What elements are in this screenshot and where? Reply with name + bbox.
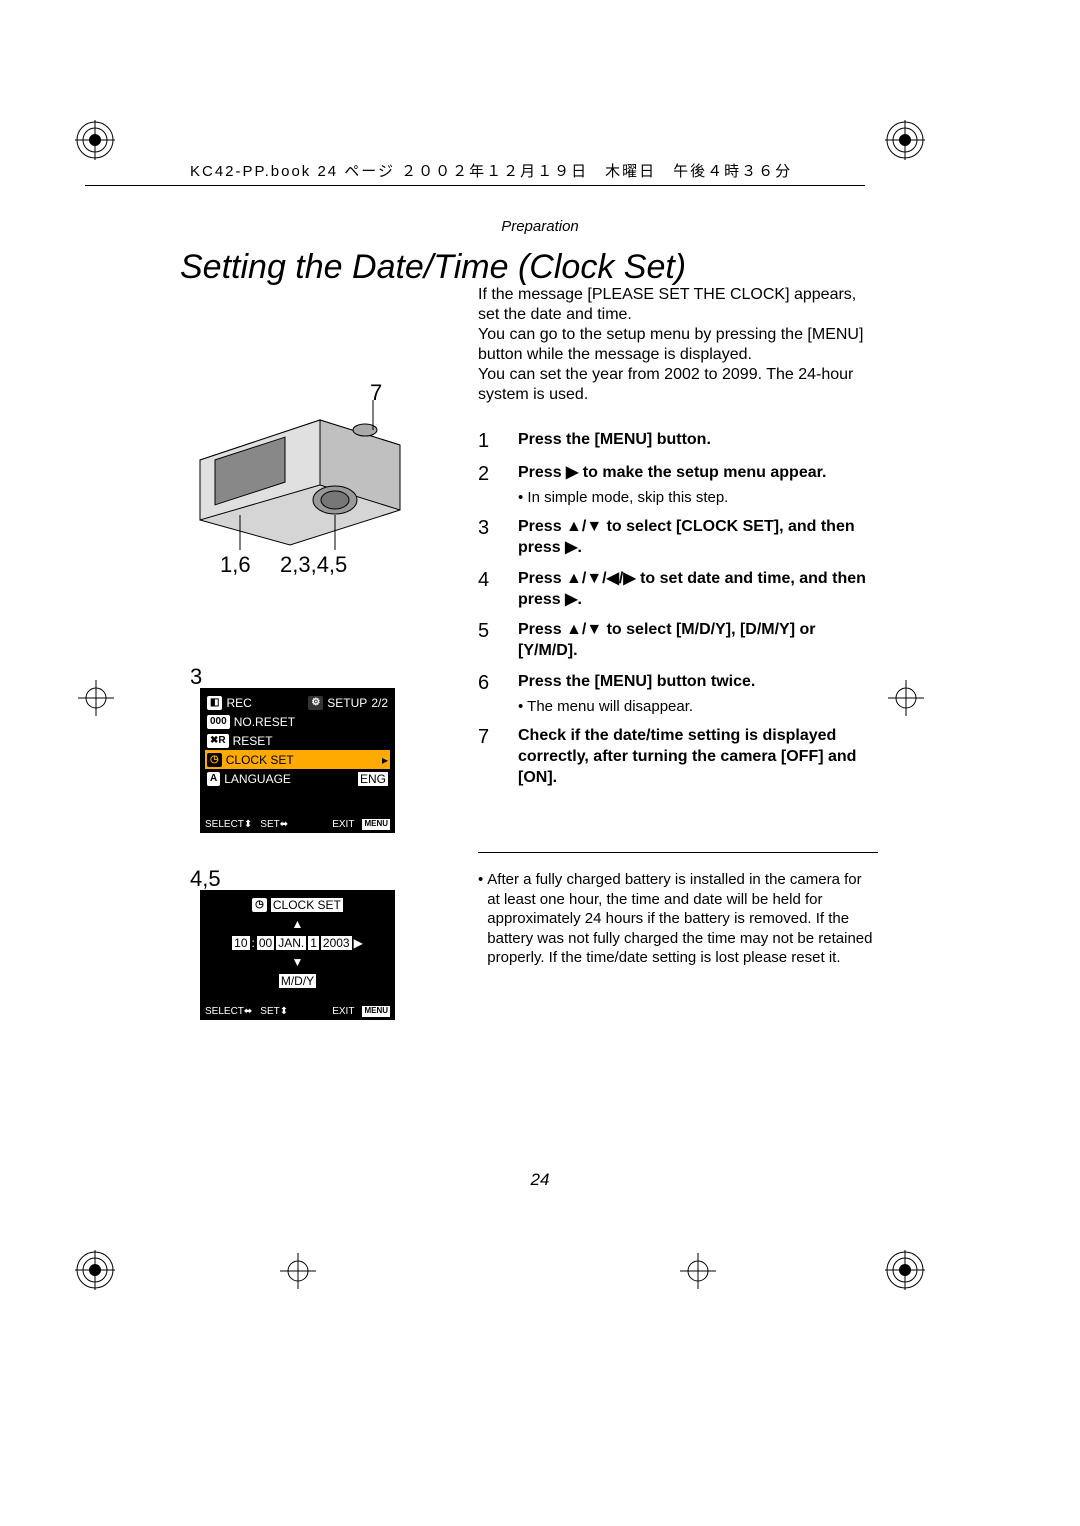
step-num: 1 [478, 430, 518, 453]
step-sub: The menu will disappear. [530, 697, 878, 717]
lcd-language-value: ENG [358, 772, 388, 786]
lcd-reset: RESET [233, 734, 273, 748]
step-sub: In simple mode, skip this step. [530, 488, 878, 508]
right-arrow-icon: ▸ [382, 753, 388, 767]
step-text: Press the [MENU] button twice. [518, 673, 755, 690]
section-label: Preparation [0, 218, 1080, 235]
cross-mark-bottom-2 [680, 1253, 716, 1289]
footer-select: SELECT [205, 1006, 244, 1017]
crop-mark-top-left [75, 120, 115, 160]
callout-4-5: 4,5 [190, 866, 221, 892]
lcd-clock-set-screen: ◷ CLOCK SET ▲ 10: 00 JAN. 1 2003 ▶ ▼ M/D… [200, 890, 395, 1020]
lcd-setup-menu: ◧ REC ⚙ SETUP 2/2 000 NO.RESET ✖R RESET … [200, 688, 395, 833]
step-text: Press the [MENU] button. [518, 431, 711, 448]
note-rule [478, 852, 878, 853]
reset-icon: ✖R [207, 734, 229, 748]
clock-icon: ◷ [252, 898, 267, 912]
step-5: 5 Press ▲/▼ to select [M/D/Y], [D/M/Y] o… [478, 620, 878, 662]
footer-set: SET [260, 1006, 279, 1017]
instruction-steps: 1 Press the [MENU] button. 2 Press ▶ to … [478, 430, 878, 799]
intro-text: If the message [PLEASE SET THE CLOCK] ap… [478, 286, 863, 403]
footer-exit: EXIT [332, 1006, 354, 1017]
step-4: 4 Press ▲/▼/◀/▶ to set date and time, an… [478, 569, 878, 611]
lcd2-title: CLOCK SET [271, 898, 343, 912]
step-num: 3 [478, 517, 518, 559]
print-header: KC42-PP.book 24 ページ ２００２年１２月１９日 木曜日 午後４時… [190, 160, 792, 181]
lcd2-month: JAN. [276, 936, 306, 950]
footer-select: SELECT [205, 819, 244, 830]
step-3: 3 Press ▲/▼ to select [CLOCK SET], and t… [478, 517, 878, 559]
lcd-setup: SETUP [327, 696, 367, 710]
step-7: 7 Check if the date/time setting is disp… [478, 726, 878, 788]
up-arrow-icon: ▲ [292, 917, 304, 931]
step-num: 6 [478, 672, 518, 716]
callout-1-6: 1,6 [220, 552, 251, 578]
step-text: Press ▲/▼ to select [CLOCK SET], and the… [518, 518, 855, 556]
cross-mark-right [888, 680, 924, 716]
step-num: 7 [478, 726, 518, 788]
lcd-language: LANGUAGE [224, 772, 291, 786]
step-2: 2 Press ▶ to make the setup menu appear.… [478, 463, 878, 507]
cross-mark-bottom-1 [280, 1253, 316, 1289]
language-icon: A [207, 772, 220, 786]
wrench-icon: ⚙ [308, 696, 323, 710]
camera-illustration [190, 400, 410, 550]
lcd2-format: M/D/Y [279, 974, 316, 988]
page-title: Setting the Date/Time (Clock Set) [180, 248, 686, 287]
lcd2-year: 2003 [321, 936, 352, 950]
step-6: 6 Press the [MENU] button twice. The men… [478, 672, 878, 716]
step-text: Press ▲/▼/◀/▶ to set date and time, and … [518, 570, 866, 608]
page-number: 24 [0, 1170, 1080, 1190]
crop-mark-bottom-left [75, 1250, 115, 1290]
lcd-page: 2/2 [371, 696, 388, 710]
callout-2-3-4-5: 2,3,4,5 [280, 552, 347, 578]
step-num: 5 [478, 620, 518, 662]
down-arrow-icon: ▼ [292, 955, 304, 969]
menu-icon: MENU [362, 819, 390, 830]
note-text: After a fully charged battery is install… [487, 870, 878, 968]
step-text: Press ▲/▼ to select [M/D/Y], [D/M/Y] or … [518, 621, 816, 659]
step-num: 2 [478, 463, 518, 507]
cross-mark-left [78, 680, 114, 716]
lcd2-min: 00 [257, 936, 274, 950]
crop-mark-bottom-right [885, 1250, 925, 1290]
lcd2-day: 1 [308, 936, 319, 950]
counter-icon: 000 [207, 715, 230, 729]
footer-set: SET [260, 819, 279, 830]
camera-icon: ◧ [207, 696, 222, 710]
lcd-no-reset: NO.RESET [234, 715, 295, 729]
header-rule [85, 185, 865, 186]
step-1: 1 Press the [MENU] button. [478, 430, 878, 453]
clock-icon: ◷ [207, 753, 222, 767]
menu-icon: MENU [362, 1006, 390, 1017]
crop-mark-top-right [885, 120, 925, 160]
step-num: 4 [478, 569, 518, 611]
intro-paragraph: If the message [PLEASE SET THE CLOCK] ap… [478, 285, 878, 405]
callout-3: 3 [190, 664, 202, 690]
lcd-rec: REC [226, 696, 251, 710]
right-arrow-icon: ▶ [354, 936, 363, 950]
note-paragraph: After a fully charged battery is install… [478, 870, 878, 968]
lcd-clock-set: CLOCK SET [226, 753, 294, 767]
lcd2-hour: 10 [232, 936, 249, 950]
step-text: Check if the date/time setting is displa… [518, 727, 856, 786]
step-text: Press ▶ to make the setup menu appear. [518, 464, 826, 481]
footer-exit: EXIT [332, 819, 354, 830]
callout-7: 7 [370, 380, 382, 406]
